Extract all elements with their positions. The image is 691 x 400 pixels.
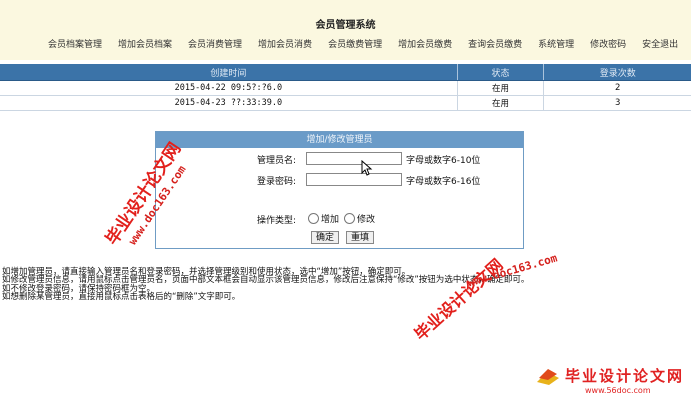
username-label: 管理员名: [256,156,296,166]
radio-add-label: 增加 [321,215,340,225]
app-title: 会员管理系统 [315,20,376,31]
password-label: 登录密码: [256,177,296,187]
logo-url: www.56doc.com [585,386,651,395]
book-icon [537,368,559,385]
nav-logout[interactable]: 安全退出 [634,37,686,50]
username-hint: 字母或数字6-10位 [406,156,481,166]
nav-change-password[interactable]: 修改密码 [582,37,634,50]
main-nav: 会员档案管理 增加会员档案 会员消费管理 增加会员消费 会员缴费管理 增加会员缴… [40,37,686,50]
password-input[interactable] [306,173,402,186]
admin-table: 创建时间 状态 登录次数 2015-04-22 09:5?:?6.0 在用 2 … [0,64,691,111]
cell-status: 在用 [458,96,545,110]
app-header: 会员管理系统 会员档案管理 增加会员档案 会员消费管理 增加会员消费 会员缴费管… [0,0,691,60]
cell-status: 在用 [458,81,545,95]
radio-edit[interactable]: 修改 [344,212,375,225]
submit-button[interactable]: 确定 [311,231,340,244]
nav-add-member-payment[interactable]: 增加会员缴费 [390,37,460,50]
cell-created-time: 2015-04-23 ??:33:39.0 [0,96,458,110]
logo-text: 毕业设计论文网 [565,367,685,385]
watermark-logo: 毕业设计论文网 [535,365,684,386]
admin-edit-panel: 增加/修改管理员 管理员名: 字母或数字6-10位 登录密码: 字母或数字6-1… [155,131,524,249]
nav-system-management[interactable]: 系统管理 [530,37,582,50]
header-login-count: 登录次数 [599,68,636,79]
password-hint: 字母或数字6-16位 [406,177,481,187]
nav-member-consumption[interactable]: 会员消费管理 [180,37,250,50]
nav-member-records[interactable]: 会员档案管理 [40,37,110,50]
table-row[interactable]: 2015-04-23 ??:33:39.0 在用 3 [0,96,691,111]
help-line: 如想删除某管理员，直接用鼠标点击表格后的“删除”文字即可。 [2,292,241,303]
cell-login-count: 2 [615,83,621,93]
header-created-time: 创建时间 [0,64,458,80]
radio-add[interactable]: 增加 [308,212,339,225]
nav-member-payment[interactable]: 会员缴费管理 [320,37,390,50]
operation-type-label: 操作类型: [256,216,296,226]
cell-created-time: 2015-04-22 09:5?:?6.0 [0,81,458,95]
nav-add-member-record[interactable]: 增加会员档案 [110,37,180,50]
nav-add-member-consumption[interactable]: 增加会员消费 [250,37,320,50]
nav-query-member-payment[interactable]: 查询会员缴费 [460,37,530,50]
username-input[interactable] [306,152,402,165]
table-header: 创建时间 状态 登录次数 [0,64,691,81]
panel-title: 增加/修改管理员 [156,132,523,148]
radio-edit-label: 修改 [357,215,376,225]
radio-circle-icon[interactable] [344,213,355,224]
cell-login-count: 3 [615,98,621,108]
table-row[interactable]: 2015-04-22 09:5?:?6.0 在用 2 [0,81,691,96]
mouse-cursor-icon [361,160,373,176]
header-status: 状态 [458,64,545,80]
reset-button[interactable]: 重填 [346,231,375,244]
radio-circle-icon[interactable] [308,213,319,224]
